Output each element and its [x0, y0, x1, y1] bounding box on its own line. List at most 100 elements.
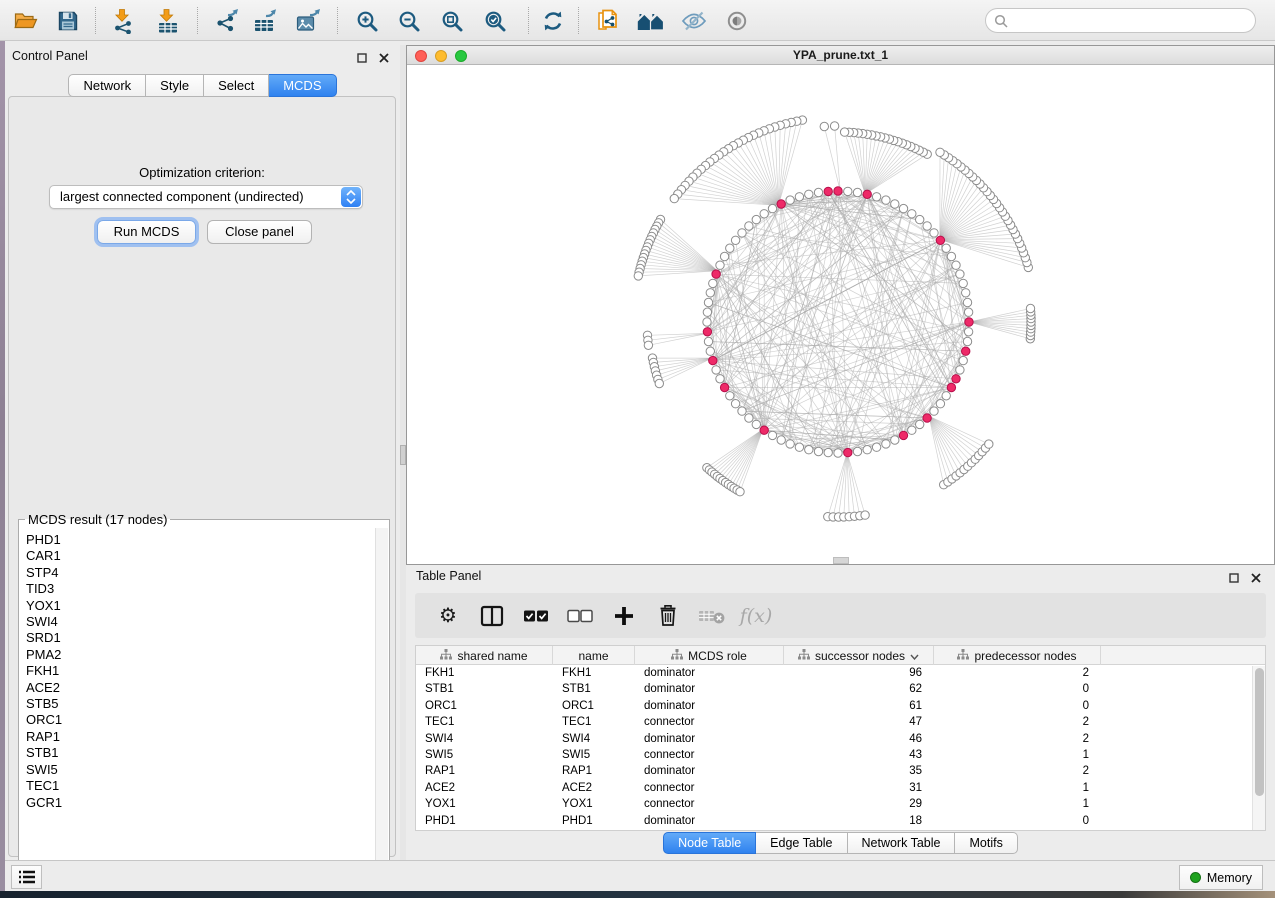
export-table-button[interactable] — [247, 6, 283, 35]
tab-motifs[interactable]: Motifs — [955, 832, 1017, 854]
tab-node-table[interactable]: Node Table — [663, 832, 756, 854]
graph-node[interactable] — [752, 420, 760, 428]
graph-node[interactable] — [712, 366, 720, 374]
table-scrollbar[interactable] — [1252, 666, 1265, 830]
graph-node[interactable] — [731, 236, 739, 244]
zoom-out-button[interactable] — [391, 6, 427, 35]
graph-node[interactable] — [963, 298, 971, 306]
tab-network-table[interactable]: Network Table — [848, 832, 956, 854]
mcds-result-item[interactable]: STP4 — [26, 565, 375, 581]
maximize-window-button[interactable] — [455, 50, 467, 62]
memory-button[interactable]: Memory — [1179, 865, 1263, 890]
save-session-button[interactable] — [50, 6, 86, 35]
close-table-panel-button[interactable] — [1250, 572, 1261, 583]
tab-mcds[interactable]: MCDS — [269, 74, 336, 97]
graph-node[interactable] — [830, 122, 838, 130]
graph-node-mcds[interactable] — [703, 328, 711, 336]
mcds-result-item[interactable]: ORC1 — [26, 712, 375, 728]
graph-node[interactable] — [899, 204, 907, 212]
graph-node[interactable] — [963, 337, 971, 345]
graph-node[interactable] — [709, 279, 717, 287]
graph-node[interactable] — [820, 122, 828, 130]
hide-selected-button[interactable] — [676, 6, 712, 35]
graph-node[interactable] — [942, 392, 950, 400]
graph-node[interactable] — [731, 400, 739, 408]
graph-node-mcds[interactable] — [834, 187, 842, 195]
graph-node[interactable] — [882, 440, 890, 448]
graph-node-mcds[interactable] — [720, 383, 728, 391]
graph-node[interactable] — [1026, 304, 1034, 312]
graph-node[interactable] — [670, 194, 678, 202]
column-header-predecessor-nodes[interactable]: predecessor nodes — [934, 646, 1101, 665]
graph-node[interactable] — [745, 222, 753, 230]
float-table-panel-button[interactable] — [1228, 572, 1239, 583]
graph-node[interactable] — [962, 289, 970, 297]
graph-node[interactable] — [956, 366, 964, 374]
graph-node[interactable] — [738, 407, 746, 415]
table-row[interactable]: TEC1TEC1connector472 — [416, 714, 1265, 730]
delete-column-button[interactable] — [653, 601, 683, 631]
graph-node[interactable] — [736, 488, 744, 496]
network-canvas[interactable] — [407, 65, 1274, 564]
graph-node[interactable] — [704, 337, 712, 345]
zoom-selected-button[interactable] — [477, 6, 513, 35]
task-history-button[interactable] — [11, 865, 42, 889]
mcds-result-item[interactable]: RAP1 — [26, 729, 375, 745]
graph-node-mcds[interactable] — [923, 414, 931, 422]
graph-node[interactable] — [959, 279, 967, 287]
search-field[interactable] — [985, 8, 1256, 33]
graph-node[interactable] — [726, 392, 734, 400]
graph-node[interactable] — [777, 436, 785, 444]
graph-node[interactable] — [964, 328, 972, 336]
search-input[interactable] — [1013, 14, 1255, 28]
graph-node[interactable] — [936, 148, 944, 156]
create-column-button[interactable] — [609, 601, 639, 631]
zoom-fit-button[interactable] — [434, 6, 470, 35]
first-neighbors-button[interactable] — [633, 6, 669, 35]
new-network-from-selection-button[interactable] — [590, 6, 626, 35]
graph-node[interactable] — [644, 341, 652, 349]
mcds-result-item[interactable]: STB1 — [26, 745, 375, 761]
mcds-result-item[interactable]: STB5 — [26, 696, 375, 712]
mcds-result-item[interactable]: ACE2 — [26, 680, 375, 696]
graph-node[interactable] — [891, 436, 899, 444]
mcds-result-item[interactable]: YOX1 — [26, 598, 375, 614]
table-row[interactable]: PHD1PHD1dominator180 — [416, 813, 1265, 829]
table-row[interactable]: RAP1RAP1dominator352 — [416, 763, 1265, 779]
graph-node-mcds[interactable] — [824, 187, 832, 195]
graph-node[interactable] — [916, 420, 924, 428]
graph-node-mcds[interactable] — [863, 190, 871, 198]
graph-node[interactable] — [908, 426, 916, 434]
graph-node-mcds[interactable] — [712, 270, 720, 278]
table-row[interactable]: ACE2ACE2connector311 — [416, 780, 1265, 796]
graph-node[interactable] — [985, 440, 993, 448]
tab-select[interactable]: Select — [204, 74, 269, 97]
mcds-result-item[interactable]: CAR1 — [26, 548, 375, 564]
table-row[interactable]: SWI5SWI5connector431 — [416, 747, 1265, 763]
table-row[interactable]: STB1STB1dominator620 — [416, 681, 1265, 697]
apply-layout-button[interactable] — [535, 6, 571, 35]
graph-node[interactable] — [959, 356, 967, 364]
graph-node[interactable] — [760, 210, 768, 218]
mcds-result-item[interactable]: FKH1 — [26, 663, 375, 679]
graph-node[interactable] — [872, 193, 880, 201]
graph-node[interactable] — [824, 448, 832, 456]
graph-node[interactable] — [834, 449, 842, 457]
table-row[interactable]: YOX1YOX1connector291 — [416, 796, 1265, 812]
run-mcds-button[interactable]: Run MCDS — [97, 220, 196, 244]
mcds-result-item[interactable]: SRD1 — [26, 630, 375, 646]
show-columns-button[interactable] — [477, 601, 507, 631]
graph-node[interactable] — [942, 244, 950, 252]
column-header-name[interactable]: name — [553, 646, 635, 665]
graph-node[interactable] — [844, 187, 852, 195]
mcds-list-scrollbar[interactable] — [375, 528, 388, 878]
graph-node[interactable] — [786, 196, 794, 204]
graph-node-mcds[interactable] — [709, 356, 717, 364]
graph-node[interactable] — [720, 252, 728, 260]
graph-node-mcds[interactable] — [760, 426, 768, 434]
float-panel-button[interactable] — [356, 52, 367, 63]
column-header-successor-nodes[interactable]: successor nodes — [784, 646, 934, 665]
select-all-button[interactable] — [521, 601, 551, 631]
graph-node[interactable] — [863, 446, 871, 454]
graph-node[interactable] — [706, 347, 714, 355]
